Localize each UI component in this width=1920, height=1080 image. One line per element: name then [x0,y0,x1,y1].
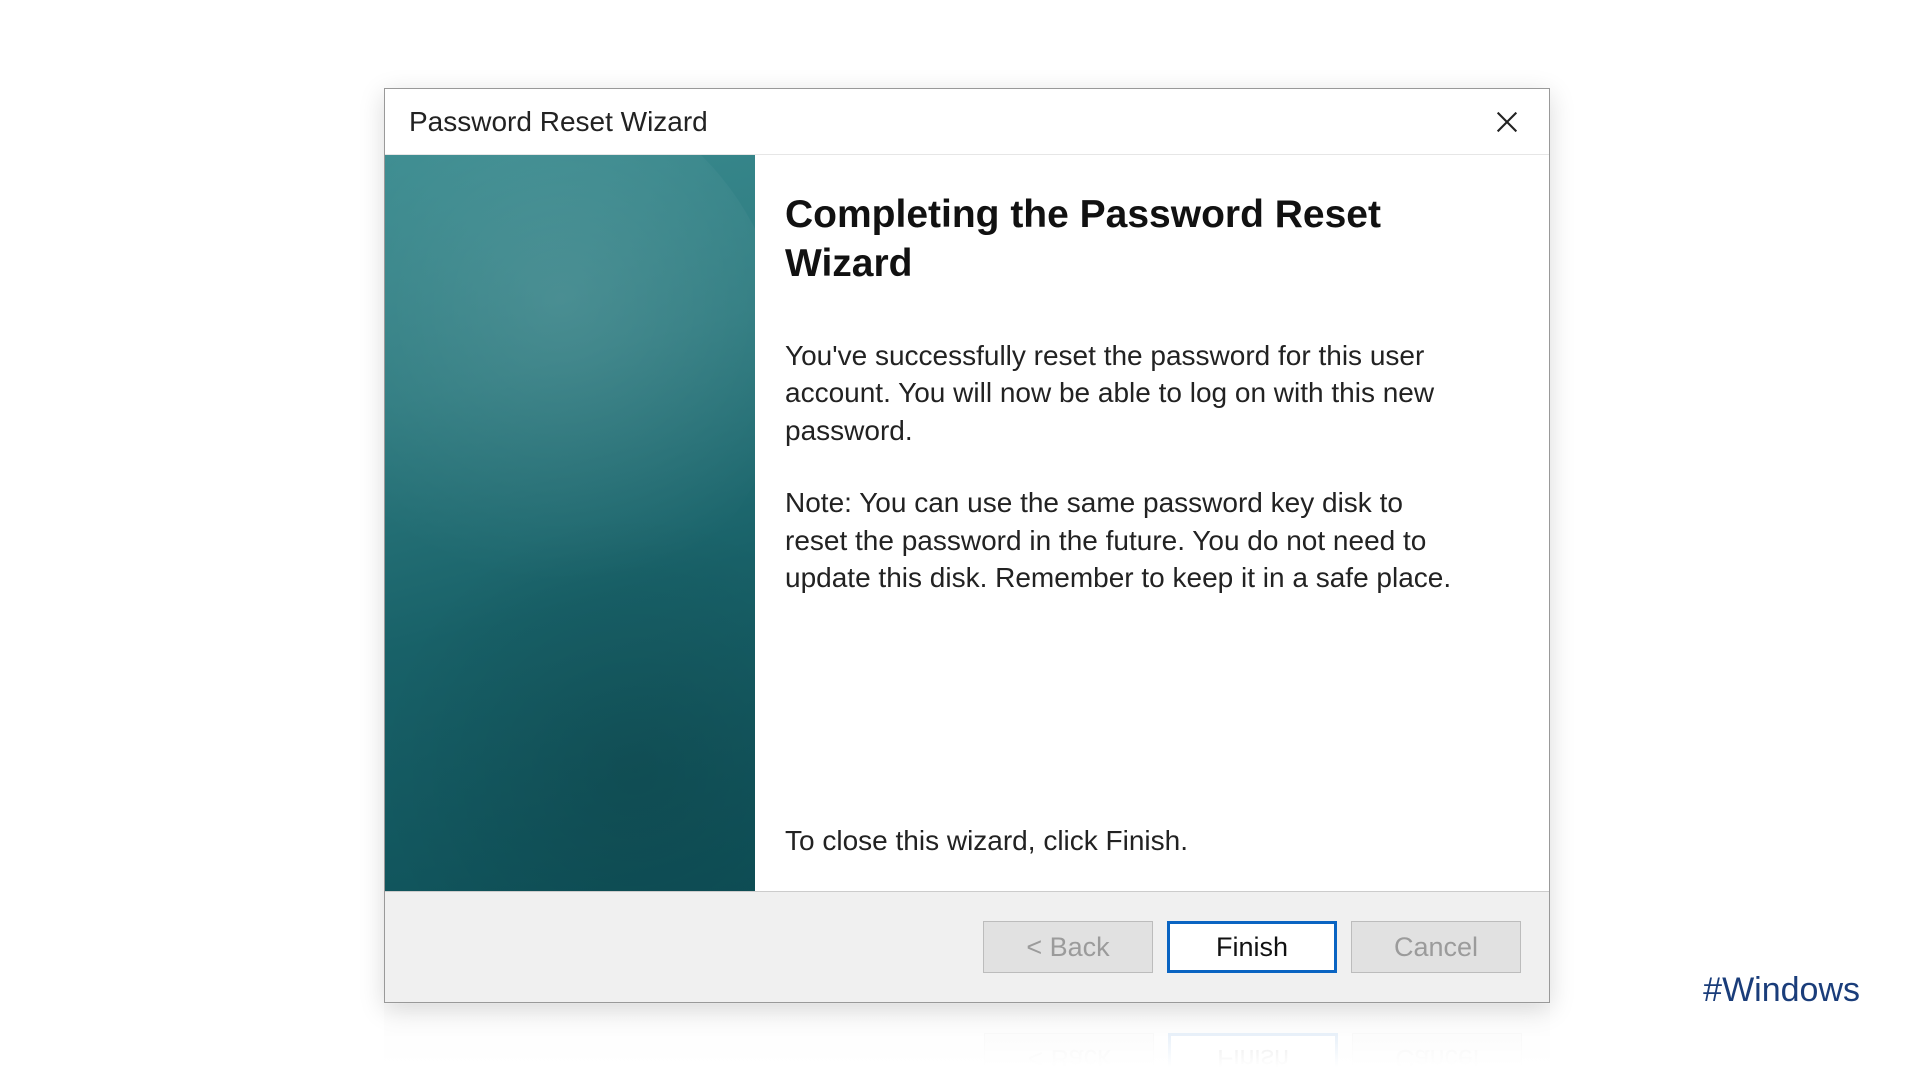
dialog-titlebar: Password Reset Wizard [385,89,1549,155]
dialog-content: Completing the Password Reset Wizard You… [385,155,1549,892]
wizard-side-graphic [385,155,755,891]
close-button[interactable] [1483,98,1531,146]
dialog-reflection: < Back Finish Cancel [384,1004,1550,1074]
wizard-heading: Completing the Password Reset Wizard [785,191,1425,289]
dialog-title: Password Reset Wizard [409,106,708,138]
password-reset-wizard-dialog: Password Reset Wizard Completing the Pas… [384,88,1550,1003]
wizard-close-instruction: To close this wizard, click Finish. [785,825,1501,857]
close-icon [1493,108,1521,136]
reflection-fade [384,1004,1550,1074]
wizard-paragraph-success: You've successfully reset the password f… [785,337,1465,450]
hashtag-label: #Windows [1703,971,1860,1010]
back-button[interactable]: < Back [983,921,1153,973]
dialog-button-bar: < Back Finish Cancel [385,892,1549,1002]
wizard-main-panel: Completing the Password Reset Wizard You… [755,155,1549,891]
wizard-paragraph-note: Note: You can use the same password key … [785,484,1465,597]
cancel-button[interactable]: Cancel [1351,921,1521,973]
finish-button[interactable]: Finish [1167,921,1337,973]
